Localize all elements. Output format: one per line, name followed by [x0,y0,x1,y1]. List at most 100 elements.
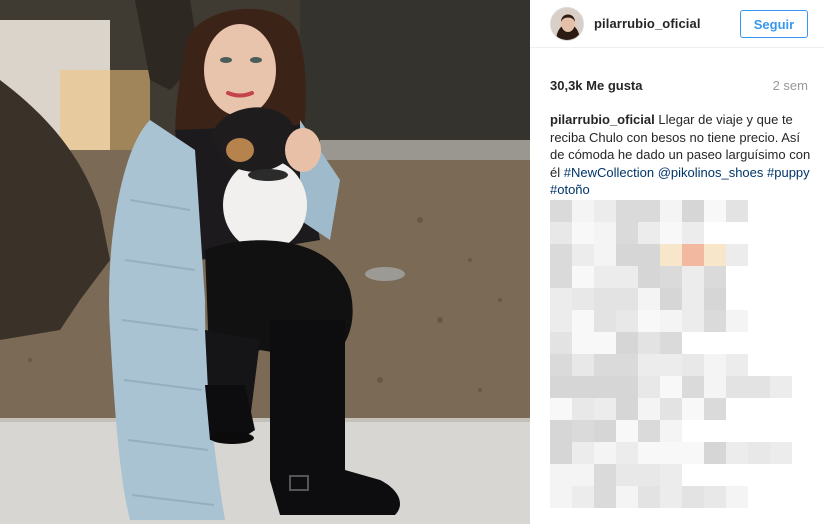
pixel-block [682,442,704,464]
pixel-block [660,288,682,310]
pixel-block [616,244,638,266]
pixel-block [550,376,572,398]
pixel-block [682,376,704,398]
hashtag-link[interactable]: #otoño [550,182,590,197]
pixel-block [638,222,660,244]
pixel-block [770,442,792,464]
pixel-block [550,332,572,354]
pixel-block [594,244,616,266]
pixel-block [726,310,748,332]
pixel-block [616,288,638,310]
pixel-block [572,464,594,486]
pixel-block [638,420,660,442]
pixel-block [572,486,594,508]
pixel-block [572,310,594,332]
pixel-block [616,376,638,398]
mention-link[interactable]: @pikolinos_shoes [658,165,764,180]
pixel-block [572,442,594,464]
pixel-block [550,288,572,310]
pixel-block [616,464,638,486]
pixel-block [594,486,616,508]
pixel-block [682,200,704,222]
pixel-block [704,200,726,222]
pixel-block [726,442,748,464]
pixel-block [660,266,682,288]
pixel-block [572,420,594,442]
pixel-block [616,200,638,222]
pixel-block [638,200,660,222]
follow-button[interactable]: Seguir [740,10,808,38]
pixel-block [660,332,682,354]
pixel-block [550,222,572,244]
pixel-block [748,376,770,398]
post-photo-illustration [0,0,530,524]
username-link[interactable]: pilarrubio_oficial [594,16,701,31]
pixel-block [726,486,748,508]
pixel-block [638,354,660,376]
pixelated-comments [550,200,820,510]
pixel-block [572,376,594,398]
pixel-block [770,376,792,398]
avatar-image [551,8,583,40]
hashtag-link[interactable]: #NewCollection [564,165,654,180]
pixel-block [594,266,616,288]
pixel-block [660,354,682,376]
pixel-block [550,464,572,486]
pixel-block [682,244,704,266]
pixel-block [550,200,572,222]
pixel-block [660,200,682,222]
pixel-block [572,266,594,288]
pixel-block [638,266,660,288]
pixel-block [704,376,726,398]
pixel-block [726,200,748,222]
pixel-block [594,310,616,332]
hashtag-link[interactable]: #puppy [767,165,810,180]
pixel-block [704,354,726,376]
pixel-block [682,354,704,376]
pixel-block [594,222,616,244]
pixel-block [550,486,572,508]
pixel-block [616,442,638,464]
pixel-block [726,376,748,398]
pixel-block [638,376,660,398]
pixel-block [616,266,638,288]
pixel-block [660,398,682,420]
pixel-block [660,464,682,486]
pixel-block [660,376,682,398]
caption-username-link[interactable]: pilarrubio_oficial [550,112,655,127]
pixel-block [616,398,638,420]
pixel-block [704,398,726,420]
pixel-block [682,266,704,288]
pixel-block [550,266,572,288]
pixel-block [572,398,594,420]
pixel-block [660,486,682,508]
likes-count[interactable]: 30,3k Me gusta [550,78,643,93]
pixel-block [704,442,726,464]
pixel-block [594,332,616,354]
pixel-block [594,288,616,310]
pixel-block [682,486,704,508]
pixel-block [682,288,704,310]
pixel-block [616,354,638,376]
pixel-block [594,464,616,486]
pixel-block [638,464,660,486]
pixel-block [704,310,726,332]
pixel-block [660,442,682,464]
pixel-block [726,354,748,376]
pixel-block [704,288,726,310]
pixel-block [616,310,638,332]
post-photo[interactable] [0,0,530,524]
pixel-block [638,310,660,332]
pixel-block [704,244,726,266]
avatar[interactable] [550,7,584,41]
post-sidebar: pilarrubio_oficial Seguir 30,3k Me gusta… [530,0,824,524]
post-time[interactable]: 2 sem [773,78,808,93]
pixel-block [594,442,616,464]
pixel-block [550,420,572,442]
pixel-block [572,222,594,244]
pixel-block [594,354,616,376]
pixel-block [572,332,594,354]
pixel-block [682,222,704,244]
pixel-block [660,222,682,244]
pixel-block [550,354,572,376]
